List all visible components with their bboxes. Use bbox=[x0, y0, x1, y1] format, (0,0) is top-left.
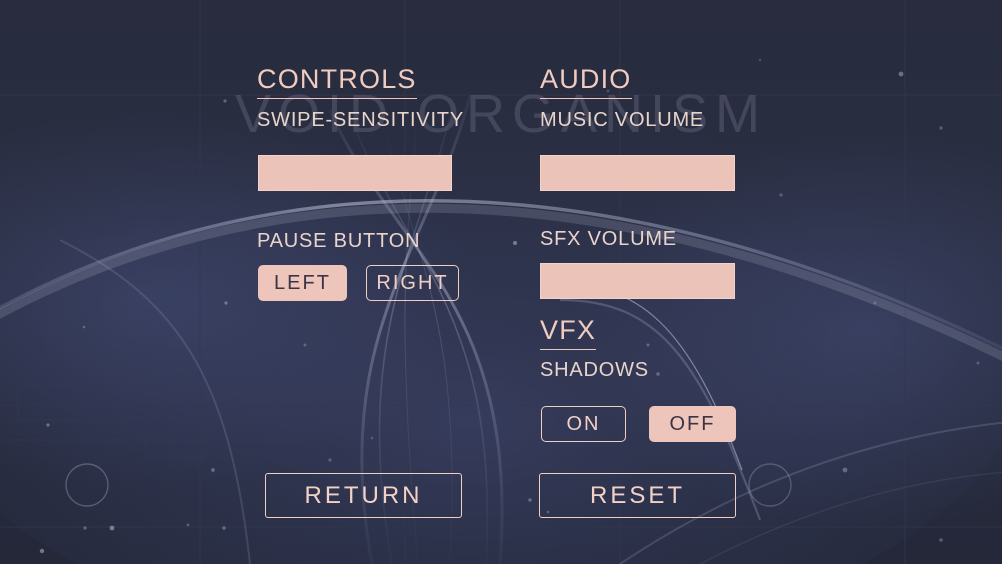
reset-button[interactable]: RESET bbox=[539, 473, 736, 518]
section-heading-vfx: VFX bbox=[540, 317, 597, 350]
section-heading-controls: CONTROLS bbox=[257, 66, 417, 99]
label-shadows: SHADOWS bbox=[540, 359, 649, 381]
slider-music-volume-fill bbox=[541, 156, 734, 190]
return-button[interactable]: RETURN bbox=[265, 473, 462, 518]
shadows-option-off[interactable]: OFF bbox=[649, 406, 736, 442]
slider-swipe-sensitivity[interactable] bbox=[258, 155, 452, 191]
shadows-option-on[interactable]: ON bbox=[541, 406, 626, 442]
settings-panel: CONTROLS SWIPE-SENSITIVITY PAUSE BUTTON … bbox=[0, 0, 1002, 564]
slider-sfx-volume-fill bbox=[541, 264, 734, 298]
pause-button-option-left[interactable]: LEFT bbox=[258, 265, 347, 301]
label-sfx-volume: SFX VOLUME bbox=[540, 228, 677, 250]
label-pause-button: PAUSE BUTTON bbox=[257, 230, 421, 252]
slider-swipe-sensitivity-fill bbox=[259, 156, 451, 190]
label-swipe-sensitivity: SWIPE-SENSITIVITY bbox=[257, 109, 464, 131]
label-music-volume: MUSIC VOLUME bbox=[540, 109, 705, 131]
slider-sfx-volume[interactable] bbox=[540, 263, 735, 299]
pause-button-option-right[interactable]: RIGHT bbox=[366, 265, 459, 301]
section-heading-audio: AUDIO bbox=[540, 66, 632, 99]
settings-screen: VOID ORGANISM CONTROLS SWIPE-SENSITIVITY… bbox=[0, 0, 1002, 564]
slider-music-volume[interactable] bbox=[540, 155, 735, 191]
